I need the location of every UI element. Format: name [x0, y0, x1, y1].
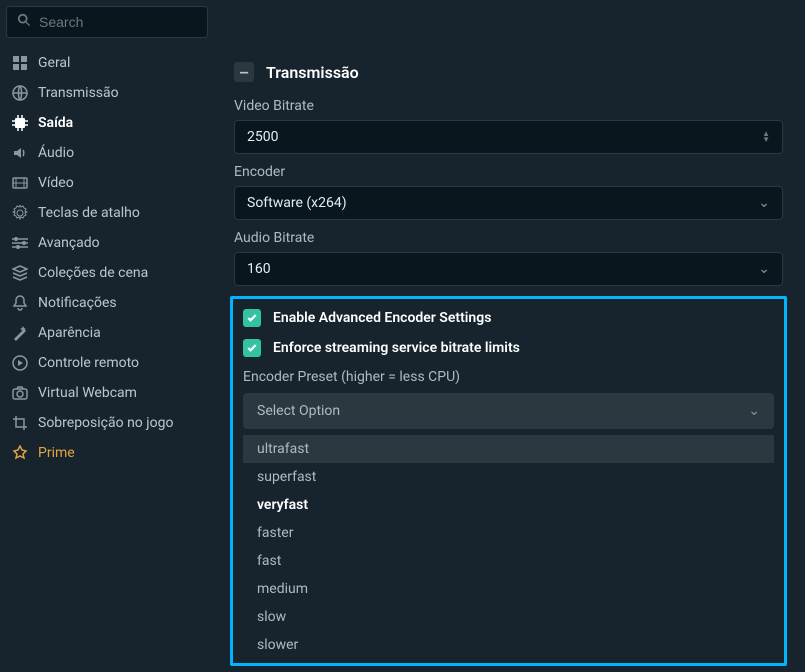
spinner-arrows-icon[interactable]: ▲▼ — [762, 131, 770, 143]
encoder-label: Encoder — [234, 164, 783, 180]
sidebar-item-label: Áudio — [38, 144, 74, 162]
chip-icon — [12, 115, 28, 131]
sidebar-item-general[interactable]: Geral — [0, 48, 224, 78]
sidebar-item-virtual-webcam[interactable]: Virtual Webcam — [0, 378, 224, 408]
sidebar-item-scene-collections[interactable]: Coleções de cena — [0, 258, 224, 288]
sidebar-item-audio[interactable]: Áudio — [0, 138, 224, 168]
search-input[interactable] — [39, 14, 197, 30]
option-superfast[interactable]: superfast — [243, 463, 774, 491]
sidebar-item-appearance[interactable]: Aparência — [0, 318, 224, 348]
audio-bitrate-select[interactable]: 160 ⌄ — [234, 252, 783, 286]
advanced-settings-box: Enable Advanced Encoder Settings Enforce… — [230, 296, 787, 666]
encoder-preset-options: ultrafast superfast veryfast faster fast… — [243, 435, 774, 659]
encoder-select[interactable]: Software (x264) ⌄ — [234, 186, 783, 220]
video-bitrate-value: 2500 — [247, 129, 278, 145]
enable-advanced-label: Enable Advanced Encoder Settings — [273, 310, 491, 326]
encoder-value: Software (x264) — [247, 195, 347, 211]
option-veryfast[interactable]: veryfast — [243, 491, 774, 519]
enable-advanced-checkbox[interactable] — [243, 309, 261, 327]
sliders-icon — [12, 235, 28, 251]
sidebar-item-overlay[interactable]: Sobreposição no jogo — [0, 408, 224, 438]
search-box[interactable] — [6, 6, 208, 38]
option-slower[interactable]: slower — [243, 631, 774, 659]
chevron-down-icon: ⌄ — [758, 195, 770, 211]
sidebar-item-label: Avançado — [38, 234, 100, 252]
encoder-preset-select[interactable]: Select Option ⌄ — [243, 393, 774, 429]
video-bitrate-label: Video Bitrate — [234, 98, 783, 114]
audio-bitrate-label: Audio Bitrate — [234, 230, 783, 246]
enforce-limits-checkbox[interactable] — [243, 339, 261, 357]
sidebar-item-transmission[interactable]: Transmissão — [0, 78, 224, 108]
sidebar-item-label: Sobreposição no jogo — [38, 414, 173, 432]
bell-icon — [12, 295, 28, 311]
sidebar-item-advanced[interactable]: Avançado — [0, 228, 224, 258]
encoder-preset-label: Encoder Preset (higher = less CPU) — [243, 369, 774, 385]
crop-icon — [12, 415, 28, 431]
sidebar-item-label: Transmissão — [38, 84, 119, 102]
sidebar-item-label: Coleções de cena — [38, 264, 148, 282]
sidebar-item-label: Prime — [38, 444, 75, 462]
option-fast[interactable]: fast — [243, 547, 774, 575]
wand-icon — [12, 325, 28, 341]
option-faster[interactable]: faster — [243, 519, 774, 547]
sidebar-item-output[interactable]: Saída — [0, 108, 224, 138]
play-circle-icon — [12, 355, 28, 371]
video-bitrate-input[interactable]: 2500 ▲▼ — [234, 120, 783, 154]
volume-icon — [12, 145, 28, 161]
sidebar-item-label: Aparência — [38, 324, 101, 342]
audio-bitrate-value: 160 — [247, 261, 271, 277]
sidebar-item-label: Notificações — [38, 294, 117, 312]
star-icon — [12, 445, 28, 461]
sidebar-item-label: Controle remoto — [38, 354, 139, 372]
sidebar-item-label: Saída — [38, 114, 73, 132]
chevron-down-icon: ⌄ — [758, 261, 770, 277]
globe-icon — [12, 85, 28, 101]
collapse-button[interactable]: – — [234, 62, 254, 82]
sidebar-item-label: Geral — [38, 54, 70, 72]
content-panel: – Transmissão Video Bitrate 2500 ▲▼ Enco… — [224, 44, 805, 672]
sidebar-item-hotkeys[interactable]: Teclas de atalho — [0, 198, 224, 228]
grid-icon — [12, 55, 28, 71]
search-icon — [17, 13, 39, 31]
sidebar-item-prime[interactable]: Prime — [0, 438, 224, 468]
section-title: Transmissão — [266, 63, 359, 82]
option-ultrafast[interactable]: ultrafast — [243, 435, 774, 463]
sidebar-item-remote[interactable]: Controle remoto — [0, 348, 224, 378]
chevron-down-icon: ⌄ — [748, 403, 760, 419]
option-slow[interactable]: slow — [243, 603, 774, 631]
sidebar-item-label: Vídeo — [38, 174, 74, 192]
camera-icon — [12, 385, 28, 401]
sidebar-item-label: Teclas de atalho — [38, 204, 140, 222]
gear-icon — [12, 205, 28, 221]
sidebar-item-label: Virtual Webcam — [38, 384, 137, 402]
sidebar: Geral Transmissão Saída Áudio Vídeo Tecl… — [0, 44, 224, 672]
option-medium[interactable]: medium — [243, 575, 774, 603]
sidebar-item-video[interactable]: Vídeo — [0, 168, 224, 198]
layers-icon — [12, 265, 28, 281]
encoder-preset-placeholder: Select Option — [257, 403, 340, 419]
sidebar-item-notifications[interactable]: Notificações — [0, 288, 224, 318]
enforce-limits-label: Enforce streaming service bitrate limits — [273, 340, 520, 356]
film-icon — [12, 175, 28, 191]
